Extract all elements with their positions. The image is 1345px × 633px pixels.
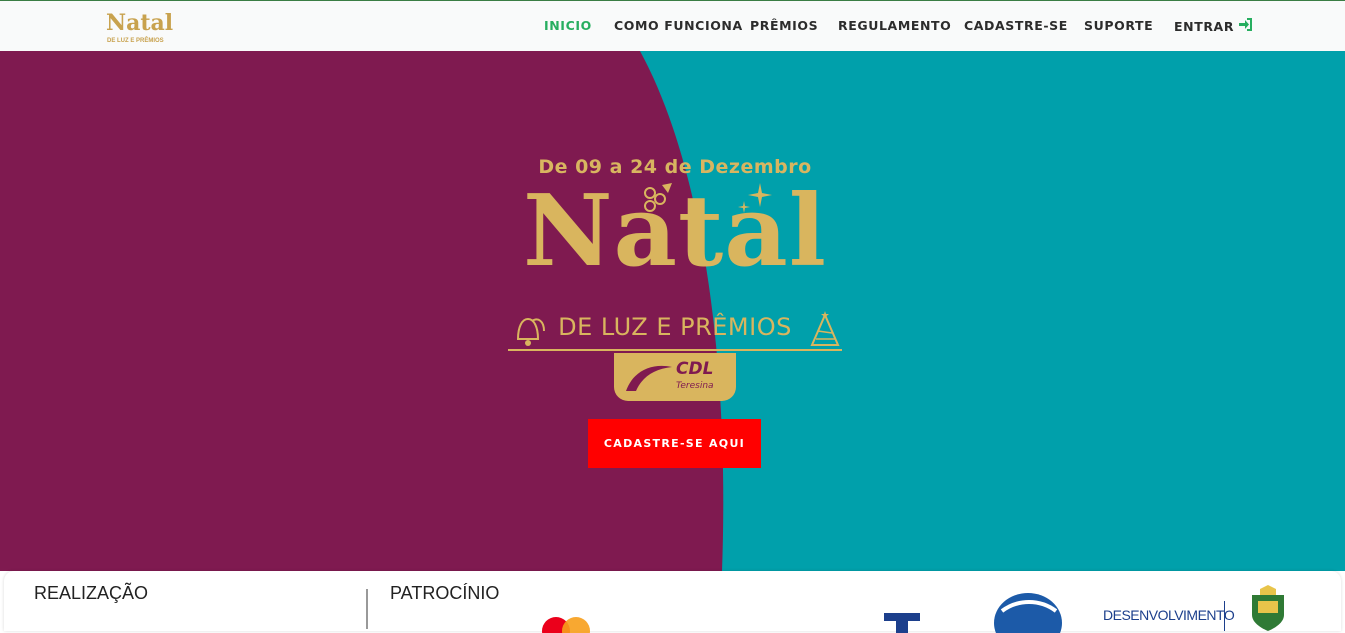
brand-logo[interactable]: Natal DE LUZ E PRÊMIOS <box>104 10 174 49</box>
sponsor-logo-blue[interactable] <box>880 613 924 633</box>
bell-icon <box>516 317 545 346</box>
logo-subtitle: DE LUZ E PRÊMIOS <box>107 38 164 44</box>
cdl-logo-badge: CDL Teresina <box>614 353 736 401</box>
nav-como-funciona[interactable]: COMO FUNCIONA <box>614 18 743 36</box>
nav-premios[interactable]: PRÊMIOS <box>750 18 818 36</box>
cdl-city: Teresina <box>676 381 714 391</box>
sparkle-icon <box>738 183 772 213</box>
patrocinio-label: PATROCÍNIO <box>390 583 500 603</box>
realizacao-label: REALIZAÇÃO <box>34 583 149 603</box>
top-navbar: Natal DE LUZ E PRÊMIOS INICIO COMO FUNCI… <box>0 1 1345 51</box>
subtitle-row: DE LUZ E PRÊMIOS <box>508 309 842 351</box>
christmas-tree-icon <box>810 311 840 346</box>
sponsor-separator <box>1224 601 1225 631</box>
hero-banner: De 09 a 24 de Dezembro Natal DE LUZ E PR… <box>0 51 1345 571</box>
login-icon <box>1238 18 1253 35</box>
nav-regulamento[interactable]: REGULAMENTO <box>838 18 951 36</box>
sponsor-logo-globe[interactable] <box>990 589 1066 633</box>
nav-inicio[interactable]: INICIO <box>544 18 592 36</box>
cdl-swoosh-icon <box>626 365 672 391</box>
sponsor-logo-mastercard[interactable] <box>536 613 606 633</box>
logo-title: Natal <box>106 10 174 36</box>
cdl-name: CDL <box>676 359 714 379</box>
sponsor-logo-crest[interactable] <box>1242 585 1294 631</box>
register-cta-button[interactable]: CADASTRE-SE AQUI <box>588 419 761 468</box>
nav-entrar[interactable]: ENTRAR <box>1174 18 1253 36</box>
sponsors-divider <box>366 589 368 629</box>
hero-subtitle: DE LUZ E PRÊMIOS <box>558 313 792 341</box>
subtitle-underline <box>508 349 842 351</box>
nav-cadastre-se[interactable]: CADASTRE-SE <box>964 18 1068 36</box>
sponsors-bar: REALIZAÇÃO PATROCÍNIO DESENVOLVIMENTO <box>4 571 1341 633</box>
sponsor-desenvolvimento[interactable]: DESENVOLVIMENTO <box>1103 607 1235 623</box>
nav-entrar-label: ENTRAR <box>1174 19 1235 34</box>
nav-suporte[interactable]: SUPORTE <box>1084 18 1153 36</box>
holly-icon <box>644 183 672 212</box>
